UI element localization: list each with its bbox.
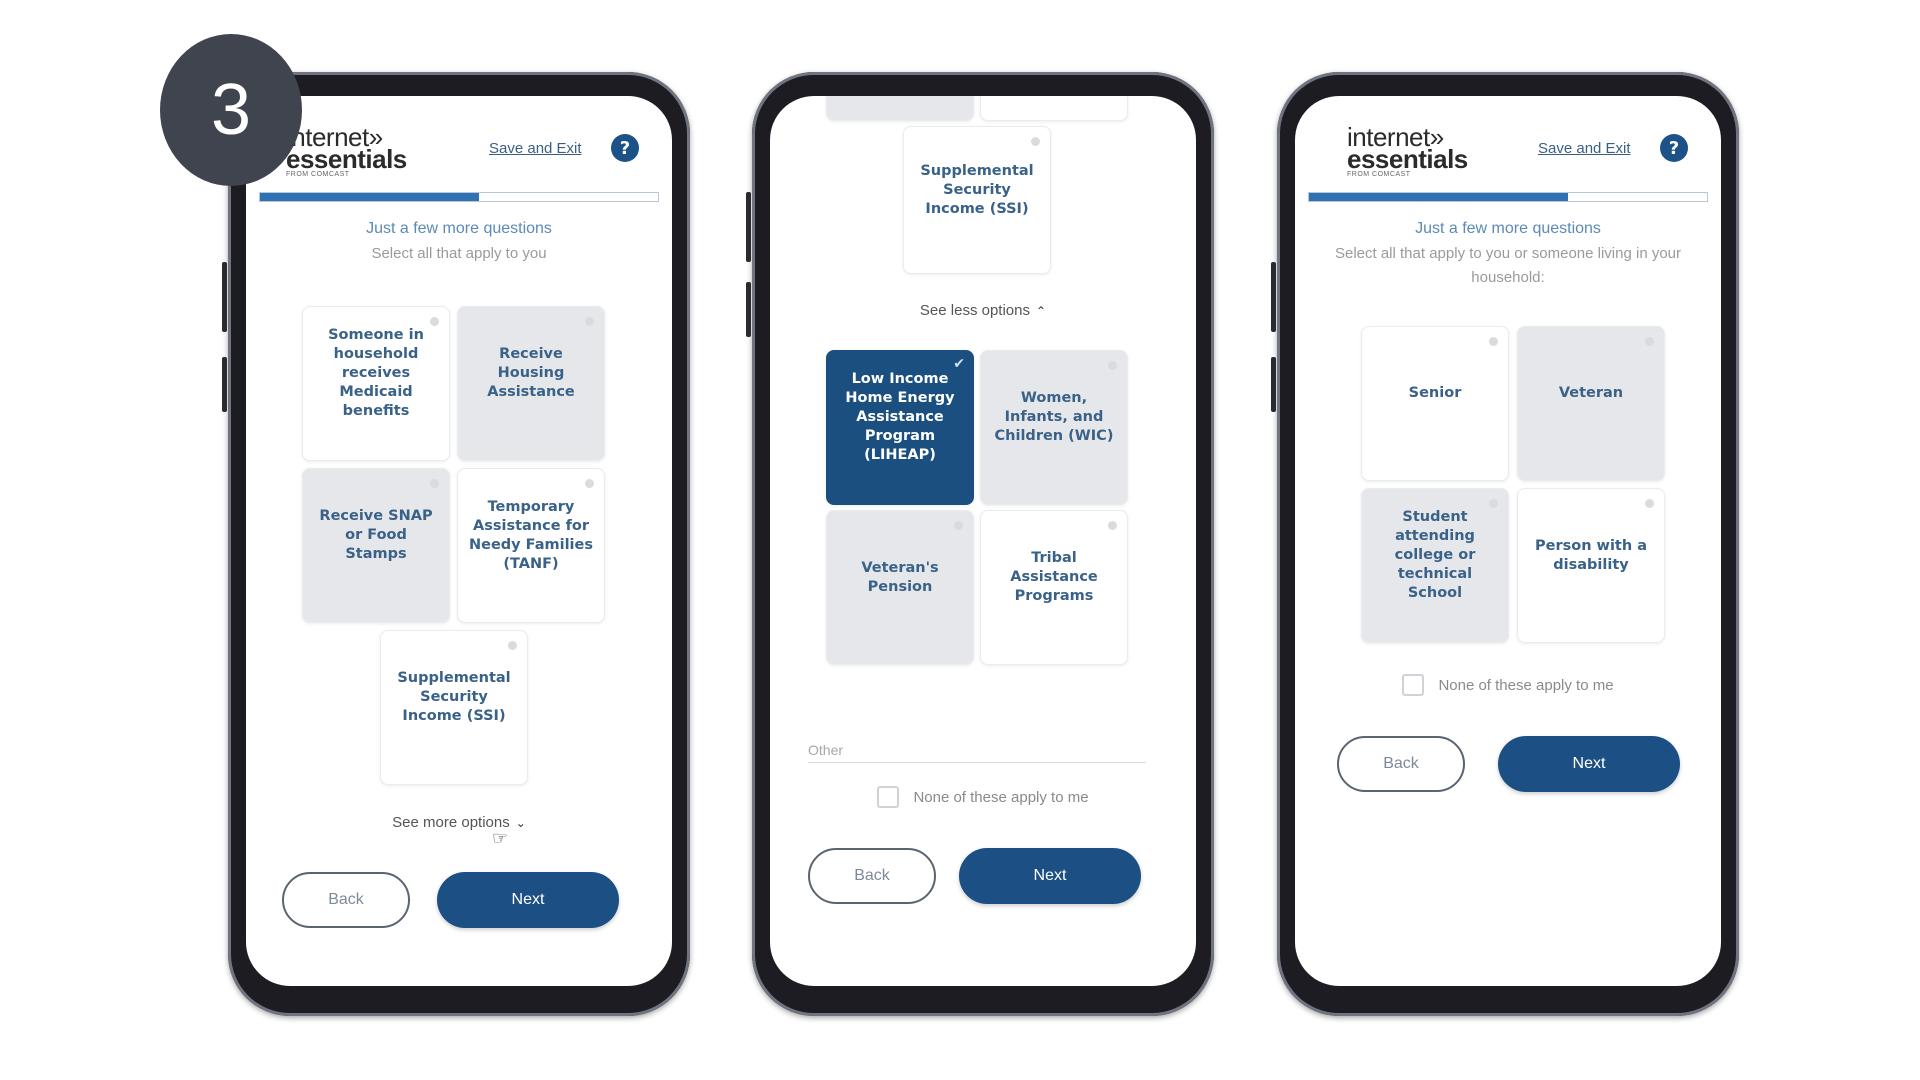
phone-screen: internet» essentials FROM COMCAST Save a… [246,96,672,986]
option-card-ssi[interactable]: Supplemental Security Income (SSI) [380,630,528,785]
chevron-down-icon: ⌄ [515,816,526,830]
internet-essentials-logo: internet» essentials FROM COMCAST [286,122,407,178]
option-card-medicaid[interactable]: Someone in household receives Medicaid b… [302,306,450,461]
none-apply-checkbox[interactable] [1402,674,1425,696]
back-button[interactable]: Back [808,848,936,904]
option-card-wic[interactable]: Women, Infants, and Children (WIC) [980,350,1128,505]
next-button[interactable]: Next [437,872,619,928]
save-and-exit-link[interactable]: Save and Exit [489,140,582,157]
radio-dot-icon [1489,337,1498,346]
phone-mockup-2: Supplemental Security Income (SSI) See l… [746,72,1214,1016]
progress-bar [259,192,659,202]
save-and-exit-link[interactable]: Save and Exit [1538,140,1631,157]
radio-dot-icon [430,317,439,326]
option-card-snap[interactable]: Receive SNAP or Food Stamps [302,468,450,623]
option-card-veteran[interactable]: Veteran [1517,326,1665,481]
checkmark-icon: ✔ [953,356,965,372]
see-more-options-toggle[interactable]: See more options ⌄ [246,814,672,831]
option-card-tribal-assistance[interactable]: Tribal Assistance Programs [980,510,1128,665]
internet-essentials-logo: internet» essentials FROM COMCAST [1347,122,1468,178]
radio-dot-icon [585,317,594,326]
question-subtitle: Select all that apply to you or someone … [1334,245,1682,286]
progress-fill [1309,193,1568,201]
see-less-options-toggle[interactable]: See less options ⌃ [770,302,1196,319]
option-card-housing[interactable]: Receive Housing Assistance [457,306,605,461]
app-header: internet» essentials FROM COMCAST Save a… [1295,96,1721,206]
next-button[interactable]: Next [959,848,1141,904]
help-icon[interactable]: ? [611,134,639,162]
option-card-liheap[interactable]: ✔ Low Income Home Energy Assistance Progr… [826,350,974,505]
none-apply-row[interactable]: None of these apply to me [770,786,1196,808]
radio-dot-icon [1108,521,1117,530]
phone-mockup-1: internet» essentials FROM COMCAST Save a… [222,72,690,1016]
chevron-up-icon: ⌃ [1036,304,1047,318]
option-card-veterans-pension[interactable]: Veteran's Pension [826,510,974,665]
radio-dot-icon [954,521,963,530]
app-header: internet» essentials FROM COMCAST Save a… [246,96,672,206]
none-apply-row[interactable]: None of these apply to me [1295,674,1721,696]
step-number-badge: 3 [160,34,302,186]
question-title: Just a few more questions [1415,220,1601,237]
hand-cursor-icon: ☞ [492,828,509,849]
radio-dot-icon [585,479,594,488]
option-card-partial[interactable] [826,96,974,121]
option-card-senior[interactable]: Senior [1361,326,1509,481]
radio-dot-icon [1031,137,1040,146]
option-card-student[interactable]: Student attending college or technical S… [1361,488,1509,643]
back-button[interactable]: Back [282,872,410,928]
radio-dot-icon [1108,361,1117,370]
help-icon[interactable]: ? [1660,134,1688,162]
option-card-partial[interactable] [980,96,1128,121]
option-card-ssi[interactable]: Supplemental Security Income (SSI) [903,126,1051,274]
progress-fill [260,193,479,201]
question-title: Just a few more questions [366,220,552,237]
radio-dot-icon [430,479,439,488]
radio-dot-icon [1645,499,1654,508]
phone-mockup-3: internet» essentials FROM COMCAST Save a… [1271,72,1739,1016]
option-card-tanf[interactable]: Temporary Assistance for Needy Families … [457,468,605,623]
radio-dot-icon [1489,499,1498,508]
none-apply-checkbox[interactable] [877,786,900,808]
phone-screen: internet» essentials FROM COMCAST Save a… [1295,96,1721,986]
phone-screen: Supplemental Security Income (SSI) See l… [770,96,1196,986]
back-button[interactable]: Back [1337,736,1465,792]
radio-dot-icon [1645,337,1654,346]
question-subtitle: Select all that apply to you [371,245,547,262]
option-card-disability[interactable]: Person with a disability [1517,488,1665,643]
progress-bar [1308,192,1708,202]
radio-dot-icon [508,641,517,650]
other-input[interactable]: Other [808,742,1146,763]
next-button[interactable]: Next [1498,736,1680,792]
